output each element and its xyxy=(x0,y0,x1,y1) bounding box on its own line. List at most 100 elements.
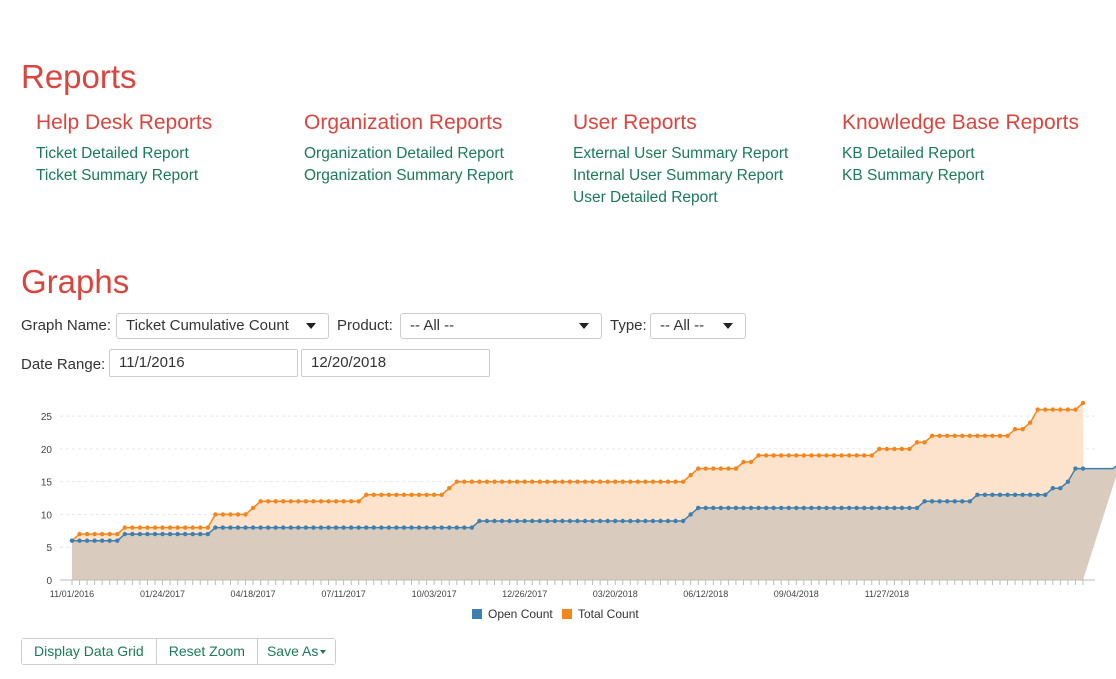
ticket-summary-report-link[interactable]: Ticket Summary Report xyxy=(36,165,198,187)
total-count-point[interactable] xyxy=(854,453,859,458)
open-count-point[interactable] xyxy=(741,505,746,511)
open-count-point[interactable] xyxy=(258,525,263,530)
date-start-input[interactable]: 11/1/2016 xyxy=(109,349,298,377)
total-count-point[interactable] xyxy=(514,479,520,484)
total-count-point[interactable] xyxy=(273,499,278,504)
total-count-point[interactable] xyxy=(718,466,724,471)
open-count-point[interactable] xyxy=(575,518,580,524)
open-count-point[interactable] xyxy=(250,525,256,530)
total-count-point[interactable] xyxy=(809,453,814,458)
total-count-point[interactable] xyxy=(846,453,852,458)
total-count-point[interactable] xyxy=(665,479,671,484)
open-count-point[interactable] xyxy=(658,518,663,524)
total-count-point[interactable] xyxy=(1043,407,1048,412)
total-count-point[interactable] xyxy=(77,531,82,537)
open-count-point[interactable] xyxy=(288,525,293,530)
open-count-point[interactable] xyxy=(892,505,897,511)
external-user-summary-report-link[interactable]: External User Summary Report xyxy=(573,143,788,165)
open-count-point[interactable] xyxy=(228,525,233,530)
open-count-point[interactable] xyxy=(665,518,671,524)
total-count-point[interactable] xyxy=(545,479,550,484)
open-count-point[interactable] xyxy=(484,518,490,524)
open-count-point[interactable] xyxy=(1058,486,1063,491)
open-count-point[interactable] xyxy=(952,499,957,504)
open-count-point[interactable] xyxy=(650,518,656,524)
open-count-point[interactable] xyxy=(1073,466,1078,471)
open-count-point[interactable] xyxy=(371,525,376,530)
open-count-point[interactable] xyxy=(243,525,248,530)
total-count-point[interactable] xyxy=(303,499,309,504)
open-count-point[interactable] xyxy=(1050,486,1056,491)
total-count-point[interactable] xyxy=(205,525,211,530)
total-count-point[interactable] xyxy=(597,479,603,484)
open-count-point[interactable] xyxy=(560,518,565,524)
total-count-point[interactable] xyxy=(658,479,663,484)
total-count-point[interactable] xyxy=(530,479,535,484)
total-count-point[interactable] xyxy=(794,453,799,458)
open-count-point[interactable] xyxy=(477,518,482,524)
open-count-point[interactable] xyxy=(469,525,475,530)
total-count-point[interactable] xyxy=(726,466,731,471)
open-count-point[interactable] xyxy=(914,505,920,511)
total-count-point[interactable] xyxy=(582,479,588,484)
total-count-point[interactable] xyxy=(711,466,716,471)
open-count-point[interactable] xyxy=(522,518,527,524)
open-count-point[interactable] xyxy=(492,518,497,524)
total-count-point[interactable] xyxy=(424,492,429,497)
open-count-point[interactable] xyxy=(567,518,573,524)
total-count-point[interactable] xyxy=(748,459,754,465)
open-count-point[interactable] xyxy=(967,499,973,504)
total-count-point[interactable] xyxy=(741,459,746,465)
open-count-point[interactable] xyxy=(341,525,346,530)
open-count-point[interactable] xyxy=(205,531,211,537)
open-count-point[interactable] xyxy=(175,531,180,537)
total-count-point[interactable] xyxy=(235,512,241,517)
total-count-point[interactable] xyxy=(997,433,1003,438)
open-count-point[interactable] xyxy=(99,538,105,543)
open-count-point[interactable] xyxy=(756,505,761,511)
open-count-point[interactable] xyxy=(801,505,807,511)
open-count-point[interactable] xyxy=(311,525,316,530)
open-count-point[interactable] xyxy=(1043,492,1048,497)
open-count-point[interactable] xyxy=(794,505,799,511)
open-count-point[interactable] xyxy=(296,525,301,530)
open-count-point[interactable] xyxy=(92,538,97,543)
total-count-point[interactable] xyxy=(431,492,437,497)
open-count-point[interactable] xyxy=(462,525,467,530)
open-count-point[interactable] xyxy=(348,525,354,530)
total-count-point[interactable] xyxy=(341,499,346,504)
total-count-point[interactable] xyxy=(590,479,595,484)
total-count-point[interactable] xyxy=(605,479,610,484)
total-count-point[interactable] xyxy=(1065,407,1071,412)
save-as-button[interactable]: Save As xyxy=(257,639,336,664)
total-count-point[interactable] xyxy=(990,433,995,438)
total-count-point[interactable] xyxy=(967,433,973,438)
total-count-point[interactable] xyxy=(356,499,361,504)
open-count-point[interactable] xyxy=(726,505,731,511)
total-count-point[interactable] xyxy=(575,479,580,484)
open-count-point[interactable] xyxy=(907,505,912,511)
total-count-point[interactable] xyxy=(537,479,542,484)
total-count-point[interactable] xyxy=(484,479,490,484)
open-count-point[interactable] xyxy=(884,505,890,511)
open-count-point[interactable] xyxy=(107,538,112,543)
total-count-point[interactable] xyxy=(182,525,188,530)
total-count-point[interactable] xyxy=(228,512,233,517)
type-select[interactable]: -- All -- xyxy=(650,313,746,339)
total-count-point[interactable] xyxy=(944,433,950,438)
total-count-point[interactable] xyxy=(613,479,618,484)
total-count-point[interactable] xyxy=(401,492,407,497)
open-count-point[interactable] xyxy=(628,518,633,524)
open-count-point[interactable] xyxy=(718,505,724,511)
total-count-point[interactable] xyxy=(364,492,369,497)
date-end-input[interactable]: 12/20/2018 xyxy=(301,349,490,377)
total-count-point[interactable] xyxy=(84,531,90,537)
open-count-point[interactable] xyxy=(960,499,965,504)
open-count-point[interactable] xyxy=(846,505,852,511)
open-count-point[interactable] xyxy=(145,531,150,537)
open-count-point[interactable] xyxy=(771,505,776,511)
total-count-point[interactable] xyxy=(198,525,203,530)
total-count-point[interactable] xyxy=(628,479,633,484)
total-count-point[interactable] xyxy=(333,499,339,504)
total-count-point[interactable] xyxy=(469,479,475,484)
